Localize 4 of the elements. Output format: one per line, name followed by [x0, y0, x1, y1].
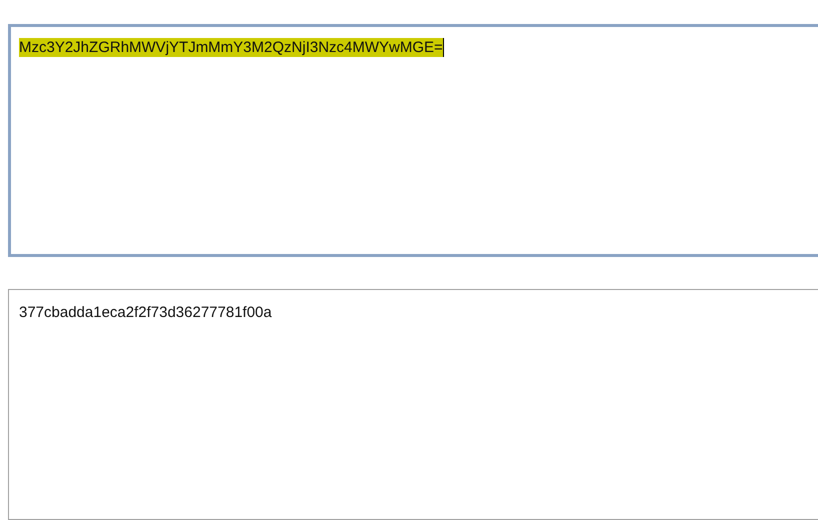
- text-area[interactable]: 377cbadda1eca2f2f73d36277781f00a: [8, 288, 818, 520]
- text-area[interactable]: Mzc3Y2JhZGRhMWVjYTJmMmY3M2QzNjI3Nzc4MWYwMGE=: [8, 24, 818, 257]
- field-text: 377cbadda1eca2f2f73d36277781f00a: [19, 302, 272, 322]
- field-text: Mzc3Y2JhZGRhMWVjYTJmMmY3M2QzNjI3Nzc4MWYwMGE=: [19, 38, 444, 57]
